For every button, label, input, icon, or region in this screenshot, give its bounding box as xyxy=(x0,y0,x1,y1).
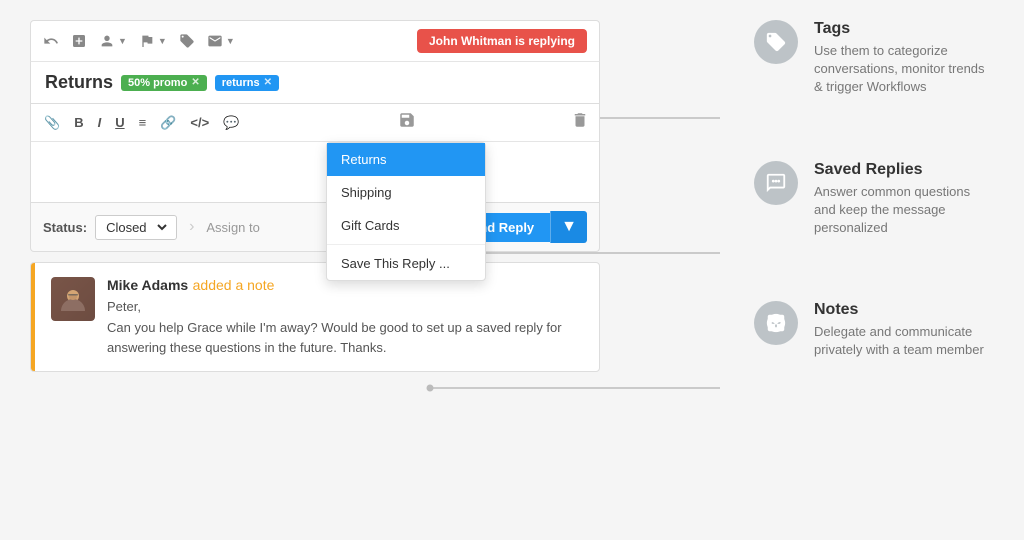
saved-replies-title: Saved Replies xyxy=(814,161,994,179)
dropdown-save-reply[interactable]: Save This Reply ... xyxy=(327,247,485,280)
subject-title: Returns xyxy=(45,72,113,93)
tags-feature-text: Tags Use them to categorize conversation… xyxy=(814,20,994,97)
features-panel: Tags Use them to categorize conversation… xyxy=(754,20,994,390)
saved-replies-feature-text: Saved Replies Answer common questions an… xyxy=(814,161,994,238)
link-btn[interactable]: 🔗 xyxy=(157,113,179,133)
notes-feature-text: Notes Delegate and communicate privately… xyxy=(814,301,994,359)
editor-toolbar: 📎 B I U ≡ 🔗 </> 💬 xyxy=(31,104,599,142)
list-btn[interactable]: ≡ xyxy=(136,113,150,132)
email-icon[interactable]: ▼ xyxy=(207,33,235,49)
note-body: Can you help Grace while I'm away? Would… xyxy=(107,318,583,357)
bold-btn[interactable]: B xyxy=(71,113,86,132)
tags-title: Tags xyxy=(814,20,994,38)
add-icon[interactable] xyxy=(71,33,87,49)
status-select[interactable]: Closed Open Pending xyxy=(95,215,177,240)
tags-icon-wrap xyxy=(754,20,798,64)
replying-badge: John Whitman is replying xyxy=(417,29,587,53)
status-bar: Status: Closed Open Pending › Assign to … xyxy=(30,203,600,252)
note-author: Mike Adams xyxy=(107,277,188,293)
flag-icon[interactable]: ▼ xyxy=(139,33,167,49)
dropdown-item-shipping[interactable]: Shipping xyxy=(327,176,485,209)
tags-desc: Use them to categorize conversations, mo… xyxy=(814,42,994,97)
subject-bar: Returns 50% promo ✕ returns ✕ xyxy=(30,62,600,104)
saved-replies-dropdown: Returns Shipping Gift Cards Save This Re… xyxy=(326,142,486,281)
tag-returns-remove[interactable]: ✕ xyxy=(264,77,272,88)
trash-btn[interactable] xyxy=(571,111,589,134)
status-dropdown[interactable]: Closed Open Pending xyxy=(102,219,170,236)
status-label: Status: xyxy=(43,220,87,235)
feature-saved-replies: Saved Replies Answer common questions an… xyxy=(754,161,994,238)
feature-notes: Notes Delegate and communicate privately… xyxy=(754,301,994,359)
feature-tags: Tags Use them to categorize conversation… xyxy=(754,20,994,97)
send-reply-caret[interactable]: ▼ xyxy=(550,211,587,243)
note-action: added a note xyxy=(193,277,275,293)
attach-btn[interactable]: 📎 xyxy=(41,113,63,133)
undo-icon[interactable] xyxy=(43,33,59,49)
code-btn[interactable]: </> xyxy=(187,113,212,132)
tag-promo[interactable]: 50% promo ✕ xyxy=(121,75,207,91)
notes-icon-wrap xyxy=(754,301,798,345)
editor-content[interactable] xyxy=(31,142,599,202)
italic-btn[interactable]: I xyxy=(95,113,105,132)
main-toolbar: ▼ ▼ ▼ John Whitman is replying xyxy=(30,20,600,62)
notes-title: Notes xyxy=(814,301,994,319)
tag-returns[interactable]: returns ✕ xyxy=(215,75,279,91)
dropdown-item-gift-cards[interactable]: Gift Cards xyxy=(327,209,485,242)
note-area: Mike Adams added a note Peter, Can you h… xyxy=(30,262,600,372)
tag-icon[interactable] xyxy=(179,33,195,49)
save-btn[interactable] xyxy=(398,111,416,134)
editor-area: 📎 B I U ≡ 🔗 </> 💬 Returns Shipping Gi xyxy=(30,104,600,203)
user-icon[interactable]: ▼ xyxy=(99,33,127,49)
avatar xyxy=(51,277,95,321)
underline-btn[interactable]: U xyxy=(112,113,127,132)
notes-desc: Delegate and communicate privately with … xyxy=(814,323,994,359)
dropdown-item-returns[interactable]: Returns xyxy=(327,143,485,176)
assign-to-text[interactable]: Assign to xyxy=(206,220,259,235)
tag-promo-remove[interactable]: ✕ xyxy=(191,77,199,88)
note-content: Mike Adams added a note Peter, Can you h… xyxy=(35,263,599,371)
saved-replies-icon-wrap xyxy=(754,161,798,205)
saved-replies-btn[interactable]: 💬 xyxy=(220,113,242,133)
chevron-separator: › xyxy=(189,218,194,236)
saved-replies-desc: Answer common questions and keep the mes… xyxy=(814,183,994,238)
note-salutation: Peter, xyxy=(107,299,583,314)
